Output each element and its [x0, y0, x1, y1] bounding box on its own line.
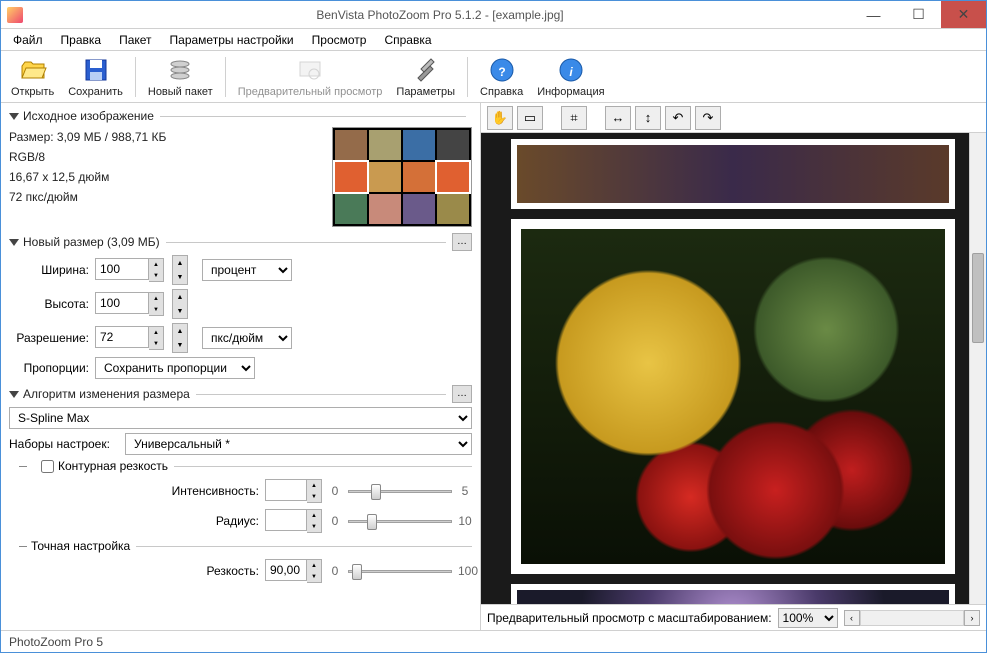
preview-panel: ✋ ▭ ⌗ ↔ ↕ ↶ ↷ Предварительный просмотр с… [481, 103, 986, 630]
spin-up[interactable]: ▲ [149, 293, 163, 304]
spin-down[interactable]: ▼ [149, 338, 163, 349]
sharp-label: Резкость: [9, 564, 259, 578]
size-unit-select[interactable]: процент [202, 259, 292, 281]
rotate-ccw-button[interactable]: ↶ [665, 106, 691, 130]
newsize-options-button[interactable]: … [452, 233, 472, 251]
radius-slider[interactable] [348, 511, 452, 531]
floppy-icon [82, 56, 110, 84]
spin-down[interactable]: ▼ [149, 270, 163, 281]
source-thumbnail[interactable] [332, 127, 472, 227]
menubar: Файл Правка Пакет Параметры настройки Пр… [1, 29, 986, 51]
info-button[interactable]: i Информация [531, 54, 610, 100]
info-icon: i [557, 56, 585, 84]
rotate-cw-button[interactable]: ↷ [695, 106, 721, 130]
close-button[interactable]: ✕ [941, 1, 986, 28]
toolbar: Открыть Сохранить Новый пакет Предварите… [1, 51, 986, 103]
width-label: Ширина: [9, 263, 89, 277]
menu-settings[interactable]: Параметры настройки [162, 31, 302, 49]
source-dpi: 72 пкс/дюйм [9, 187, 322, 207]
aspect-label: Пропорции: [9, 361, 89, 375]
width-step-up[interactable]: ▲ [173, 256, 187, 270]
menu-help[interactable]: Справка [376, 31, 439, 49]
preview-hscroll[interactable]: ‹ › [844, 610, 980, 626]
res-step-up[interactable]: ▲ [173, 324, 187, 338]
collapse-icon[interactable] [9, 391, 19, 398]
tools-icon [412, 56, 440, 84]
flip-h-button[interactable]: ↔ [605, 106, 631, 130]
statusbar: PhotoZoom Pro 5 [1, 630, 986, 652]
intensity-slider[interactable] [348, 481, 452, 501]
titlebar: BenVista PhotoZoom Pro 5.1.2 - [example.… [1, 1, 986, 29]
contour-label: Контурная резкость [58, 459, 168, 473]
open-button[interactable]: Открыть [5, 54, 60, 100]
source-heading: Исходное изображение [23, 109, 154, 123]
preset-select[interactable]: Универсальный * [125, 433, 472, 455]
radius-input[interactable] [265, 509, 307, 531]
preview-toolbar: ✋ ▭ ⌗ ↔ ↕ ↶ ↷ [481, 103, 986, 133]
algo-heading: Алгоритм изменения размера [23, 387, 190, 401]
aspect-select[interactable]: Сохранить пропорции [95, 357, 255, 379]
height-input[interactable] [95, 292, 149, 314]
spin-up[interactable]: ▲ [149, 327, 163, 338]
collapse-icon[interactable] [9, 113, 19, 120]
intensity-label: Интенсивность: [9, 484, 259, 498]
res-step-down[interactable]: ▼ [173, 338, 187, 352]
zoom-select[interactable]: 100% [778, 608, 838, 628]
width-step-down[interactable]: ▼ [173, 270, 187, 284]
height-label: Высота: [9, 297, 89, 311]
height-step-down[interactable]: ▼ [173, 304, 187, 318]
app-icon [7, 7, 23, 23]
spin-down[interactable]: ▼ [149, 304, 163, 315]
settings-panel: Исходное изображение Размер: 3,09 МБ / 9… [1, 103, 481, 630]
zoom-label: Предварительный просмотр с масштабирован… [487, 611, 772, 625]
sharp-slider[interactable] [348, 561, 452, 581]
menu-batch[interactable]: Пакет [111, 31, 159, 49]
hand-tool-button[interactable]: ✋ [487, 106, 513, 130]
contour-checkbox[interactable] [41, 460, 54, 473]
preview-canvas[interactable] [481, 133, 969, 604]
marquee-tool-button[interactable]: ▭ [517, 106, 543, 130]
preview-icon [296, 56, 324, 84]
help-icon: ? [488, 56, 516, 84]
scroll-right-button[interactable]: › [964, 610, 980, 626]
source-mode: RGB/8 [9, 147, 322, 167]
folder-open-icon [19, 56, 47, 84]
height-step-up[interactable]: ▲ [173, 290, 187, 304]
intensity-input[interactable] [265, 479, 307, 501]
batch-icon [166, 56, 194, 84]
sharp-input[interactable] [265, 559, 307, 581]
method-select[interactable]: S-Spline Max [9, 407, 472, 429]
preview-button[interactable]: Предварительный просмотр [232, 54, 389, 100]
source-size: Размер: 3,09 МБ / 988,71 КБ [9, 127, 322, 147]
svg-text:?: ? [498, 65, 505, 79]
help-button[interactable]: ? Справка [474, 54, 529, 100]
params-button[interactable]: Параметры [390, 54, 461, 100]
fine-label: Точная настройка [31, 539, 130, 553]
window-title: BenVista PhotoZoom Pro 5.1.2 - [example.… [29, 8, 851, 22]
maximize-button[interactable]: ☐ [896, 1, 941, 28]
resolution-label: Разрешение: [9, 331, 89, 345]
flip-v-button[interactable]: ↕ [635, 106, 661, 130]
collapse-icon[interactable] [9, 239, 19, 246]
menu-edit[interactable]: Правка [53, 31, 110, 49]
menu-view[interactable]: Просмотр [304, 31, 375, 49]
presets-label: Наборы настроек: [9, 437, 119, 451]
preview-vscroll[interactable] [969, 133, 986, 604]
width-input[interactable] [95, 258, 149, 280]
newsize-heading: Новый размер (3,09 МБ) [23, 235, 160, 249]
save-button[interactable]: Сохранить [62, 54, 129, 100]
minimize-button[interactable]: — [851, 1, 896, 28]
radius-label: Радиус: [9, 514, 259, 528]
crop-tool-button[interactable]: ⌗ [561, 106, 587, 130]
scroll-left-button[interactable]: ‹ [844, 610, 860, 626]
resolution-input[interactable] [95, 326, 149, 348]
algo-options-button[interactable]: … [452, 385, 472, 403]
source-dims: 16,67 x 12,5 дюйм [9, 167, 322, 187]
res-unit-select[interactable]: пкс/дюйм [202, 327, 292, 349]
menu-file[interactable]: Файл [5, 31, 51, 49]
spin-up[interactable]: ▲ [149, 259, 163, 270]
new-batch-button[interactable]: Новый пакет [142, 54, 219, 100]
status-text: PhotoZoom Pro 5 [9, 635, 103, 649]
